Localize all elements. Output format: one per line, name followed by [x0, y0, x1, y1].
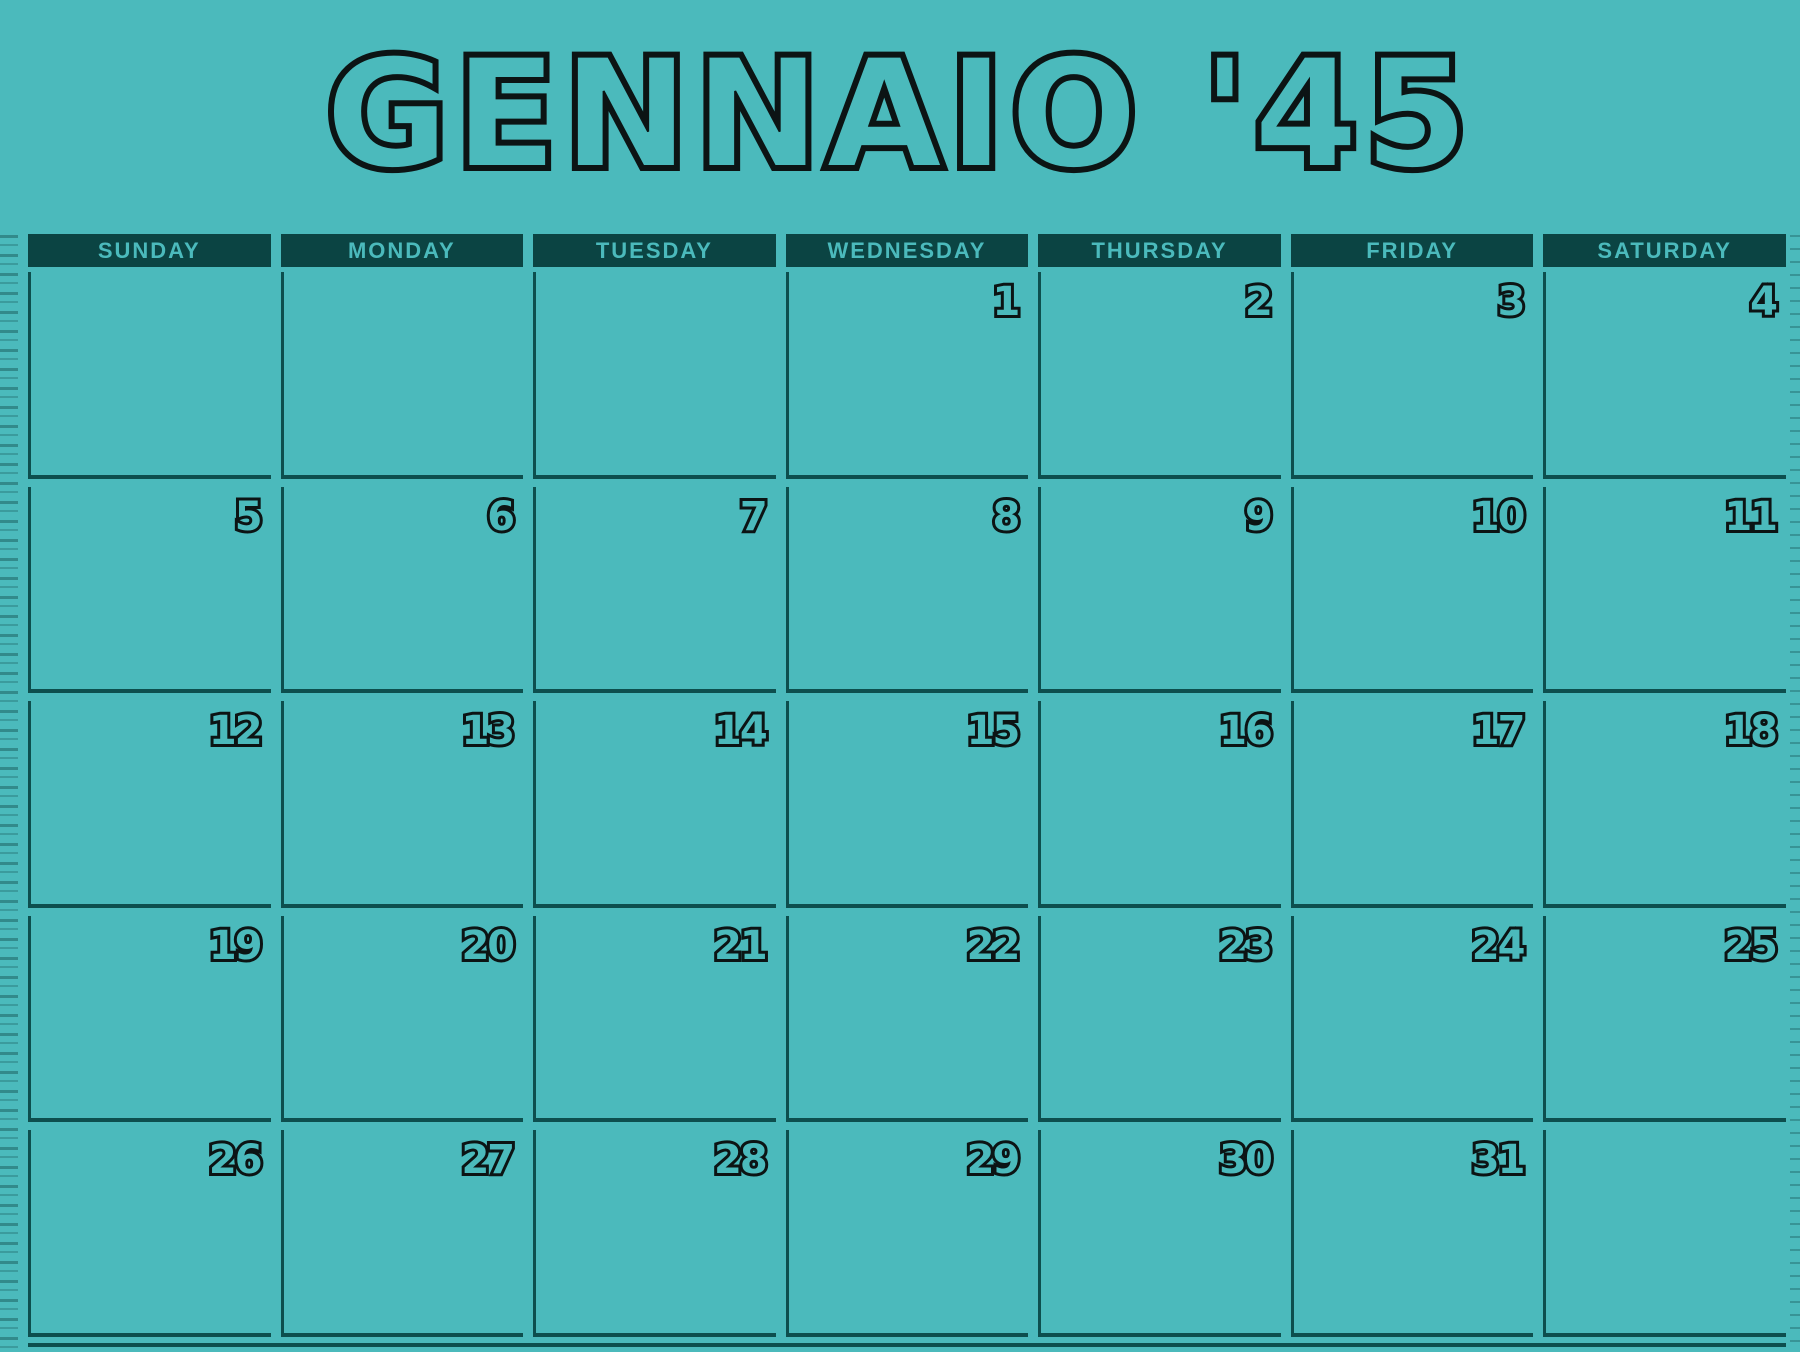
day-number: 31 [1469, 1135, 1529, 1185]
day-cell[interactable]: 27 [280, 1130, 524, 1337]
day-number: 23 [1216, 921, 1276, 971]
day-number: 5 [232, 492, 266, 542]
day-number: 30 [1216, 1135, 1276, 1185]
day-cell[interactable]: 22 [785, 915, 1029, 1123]
day-cell[interactable]: 13 [280, 701, 524, 908]
day-cell[interactable]: 4 [1543, 272, 1786, 479]
weekday-saturday: SATURDAY [1543, 234, 1786, 267]
day-cell[interactable] [1543, 1130, 1786, 1337]
distressed-edge-left [0, 235, 18, 1352]
day-cell[interactable]: 16 [1038, 701, 1281, 908]
day-number: 3 [1495, 277, 1529, 327]
day-number: 9 [1242, 492, 1276, 542]
day-number: 29 [964, 1135, 1024, 1185]
day-number: 19 [206, 921, 266, 971]
calendar-title-inline: GENNAIO '45 [325, 28, 1475, 202]
day-cell[interactable]: 17 [1290, 701, 1534, 908]
day-cell[interactable]: 6 [280, 486, 524, 694]
day-cell[interactable]: 15 [785, 701, 1029, 908]
day-cell[interactable]: 25 [1543, 915, 1786, 1123]
day-cell[interactable] [280, 272, 524, 479]
day-cell[interactable]: 31 [1290, 1130, 1534, 1337]
day-number: 17 [1469, 706, 1529, 756]
day-number: 18 [1721, 706, 1781, 756]
day-number: 7 [737, 492, 771, 542]
day-number: 20 [458, 921, 518, 971]
day-number: 2 [1242, 277, 1276, 327]
day-cell[interactable] [533, 272, 776, 479]
day-number: 21 [711, 921, 771, 971]
weekday-sunday: SUNDAY [28, 234, 271, 267]
day-number: 12 [206, 706, 266, 756]
day-cell[interactable]: 14 [533, 701, 776, 908]
day-cell[interactable]: 3 [1290, 272, 1534, 479]
day-number: 16 [1216, 706, 1276, 756]
day-number: 27 [458, 1135, 518, 1185]
weekday-friday: FRIDAY [1290, 234, 1534, 267]
day-number: 15 [964, 706, 1024, 756]
calendar-grid-container: SUNDAY MONDAY TUESDAY WEDNESDAY THURSDAY… [28, 234, 1786, 1339]
day-number: 8 [989, 492, 1023, 542]
day-cell[interactable]: 28 [533, 1130, 776, 1337]
day-cell[interactable]: 23 [1038, 915, 1281, 1123]
day-cell[interactable]: 1 [785, 272, 1029, 479]
day-number: 13 [458, 706, 518, 756]
day-cell[interactable]: 9 [1038, 486, 1281, 694]
day-cell[interactable]: 21 [533, 915, 776, 1123]
day-cell[interactable]: 10 [1290, 486, 1534, 694]
weekday-tuesday: TUESDAY [533, 234, 776, 267]
weekday-monday: MONDAY [280, 234, 524, 267]
day-cell[interactable]: 12 [28, 701, 271, 908]
day-cell[interactable]: 18 [1543, 701, 1786, 908]
day-number: 25 [1721, 921, 1781, 971]
day-number: 10 [1469, 492, 1529, 542]
day-cell[interactable]: 29 [785, 1130, 1029, 1337]
day-cell[interactable]: 5 [28, 486, 271, 694]
day-number: 11 [1721, 492, 1781, 542]
day-cell[interactable]: 7 [533, 486, 776, 694]
day-number: 1 [989, 277, 1023, 327]
day-cell[interactable]: 2 [1038, 272, 1281, 479]
day-cell[interactable]: 19 [28, 915, 271, 1123]
day-number: 22 [964, 921, 1024, 971]
day-cell[interactable]: 30 [1038, 1130, 1281, 1337]
day-cell[interactable]: 8 [785, 486, 1029, 694]
day-number: 28 [711, 1135, 771, 1185]
weekday-header-row: SUNDAY MONDAY TUESDAY WEDNESDAY THURSDAY… [28, 234, 1786, 267]
day-cell[interactable]: 11 [1543, 486, 1786, 694]
day-cell[interactable] [28, 272, 271, 479]
weekday-thursday: THURSDAY [1038, 234, 1281, 267]
day-cell[interactable]: 24 [1290, 915, 1534, 1123]
bottom-rule [28, 1343, 1786, 1347]
weekday-wednesday: WEDNESDAY [785, 234, 1029, 267]
day-cell[interactable]: 26 [28, 1130, 271, 1337]
day-number: 24 [1469, 921, 1529, 971]
distressed-edge-right [1790, 235, 1800, 1352]
day-number: 26 [206, 1135, 266, 1185]
day-number: 4 [1747, 277, 1781, 327]
day-number: 6 [484, 492, 518, 542]
calendar-page: GENNAIO '45 GENNAIO '45 SUNDAY MONDAY TU… [0, 0, 1800, 1352]
day-grid: 1 2 3 4 5 6 7 8 9 10 11 12 13 14 15 16 1… [28, 272, 1786, 1337]
day-cell[interactable]: 20 [280, 915, 524, 1123]
day-number: 14 [711, 706, 771, 756]
